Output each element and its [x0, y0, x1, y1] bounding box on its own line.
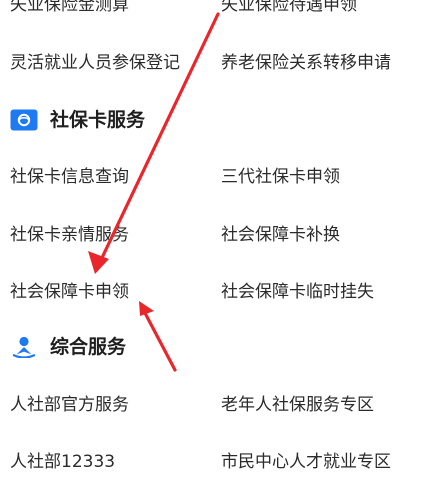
- list-item-mohrss-12333[interactable]: 人社部12333: [10, 451, 115, 473]
- list-item-card-family-service[interactable]: 社保卡亲情服务: [10, 224, 129, 246]
- annotation-arrows: [88, 12, 220, 372]
- list-item-card-apply[interactable]: 社会保障卡申领: [10, 281, 129, 303]
- section-header-social-card: 社保卡服务: [10, 108, 145, 132]
- list-item-card-replacement[interactable]: 社会保障卡补换: [221, 224, 340, 246]
- annotation-arrowhead-short: [139, 301, 154, 316]
- social-security-card-icon: [10, 109, 38, 131]
- list-item-card-info-query[interactable]: 社保卡信息查询: [10, 166, 129, 188]
- section-title-social-card: 社保卡服务: [50, 109, 146, 131]
- list-item-flexible-employment-registration[interactable]: 灵活就业人员参保登记: [10, 52, 180, 74]
- list-item-pension-transfer[interactable]: 养老保险关系转移申请: [221, 52, 391, 74]
- list-item-unemployment-calc[interactable]: 失业保险金测算: [10, 0, 129, 16]
- list-item-third-gen-card-apply[interactable]: 三代社保卡申领: [221, 166, 340, 188]
- list-item-unemployment-claim[interactable]: 失业保险待遇申领: [221, 0, 357, 16]
- list-item-elderly-service-zone[interactable]: 老年人社保服务专区: [221, 394, 374, 416]
- annotation-arrow-short: [143, 311, 177, 372]
- list-item-mohrss-official-service[interactable]: 人社部官方服务: [10, 394, 129, 416]
- person-location-icon: [12, 336, 36, 358]
- list-item-citizen-center-talent-zone[interactable]: 市民中心人才就业专区: [221, 451, 391, 473]
- list-item-card-temporary-loss-report[interactable]: 社会保障卡临时挂失: [221, 281, 374, 303]
- section-title-general-services: 综合服务: [50, 336, 127, 358]
- annotation-arrowhead-long: [88, 251, 109, 274]
- section-header-general-services: 综合服务: [10, 335, 126, 359]
